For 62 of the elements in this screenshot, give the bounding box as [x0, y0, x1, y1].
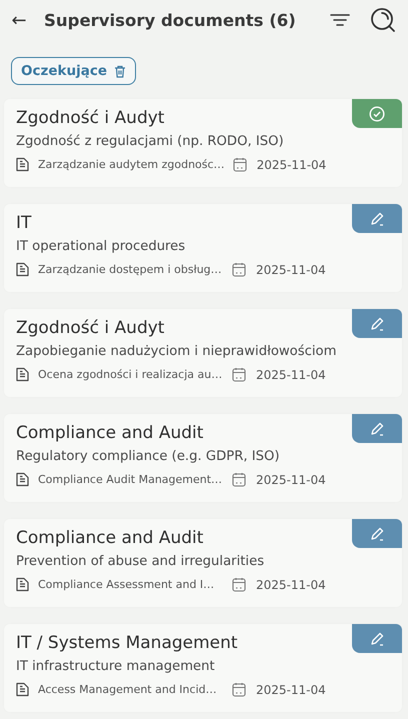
document-subtitle: IT operational procedures	[16, 239, 186, 254]
calendar-icon	[232, 682, 246, 697]
document-title: Compliance and Audit	[16, 423, 204, 443]
filter-icon	[330, 12, 350, 28]
document-title: IT	[16, 213, 32, 233]
document-subtitle: IT infrastructure management	[16, 659, 216, 674]
back-button[interactable]: ←	[8, 10, 30, 30]
pencil-icon	[369, 316, 385, 332]
page-title: Supervisory documents (6)	[44, 10, 297, 30]
calendar-icon	[232, 157, 247, 172]
document-card[interactable]: Compliance and Audit Regulatory compliance (e.g. GDPR, ISO) Compliance Audit Management… 2025-11-04	[4, 414, 402, 502]
check-circle-icon	[369, 106, 385, 122]
pencil-icon	[369, 526, 385, 542]
search-button[interactable]	[370, 7, 396, 33]
calendar-icon	[232, 262, 246, 277]
edit-button[interactable]	[352, 624, 402, 653]
document-card[interactable]: IT IT operational procedures Zarządzanie dostępem i obsług… 2025-11-04	[4, 204, 402, 292]
pencil-icon	[369, 420, 385, 436]
document-card[interactable]: Zgodność i Audyt Zapobieganie nadużyciom i nieprawidłowościom Ocena zgodności i realizacja au… 2025-11-04	[4, 309, 402, 397]
document-subtitle: Zgodność z regulacjami (np. RODO, ISO)	[16, 134, 285, 149]
document-subtitle: Prevention of abuse and irregularities	[16, 554, 266, 569]
procedure-name: Access Management and Incid…	[38, 683, 218, 696]
procedure-name: Compliance Assessment and I…	[38, 578, 216, 591]
procedure-name: Compliance Audit Management…	[38, 473, 224, 486]
document-card[interactable]: IT / Systems Management IT infrastructure management Access Management and Incid… 2025-11-04	[4, 624, 402, 712]
document-icon	[16, 472, 29, 487]
document-icon	[16, 367, 29, 382]
document-date: 2025-11-04	[256, 682, 326, 696]
document-icon	[16, 577, 29, 592]
pencil-icon	[369, 630, 385, 646]
procedure-name: Zarządzanie dostępem i obsług…	[38, 263, 223, 276]
procedure-name: Ocena zgodności i realizacja au…	[38, 368, 224, 381]
document-icon	[16, 682, 29, 697]
document-icon	[16, 157, 29, 172]
calendar-icon	[232, 472, 246, 487]
pencil-icon	[369, 210, 385, 226]
document-subtitle: Regulatory compliance (e.g. GDPR, ISO)	[16, 449, 281, 464]
document-date: 2025-11-04	[256, 262, 326, 276]
filter-button[interactable]	[330, 12, 350, 28]
calendar-icon	[232, 577, 246, 592]
document-date: 2025-11-04	[256, 472, 326, 486]
document-subtitle: Zapobieganie nadużyciom i nieprawidłowościom	[16, 344, 338, 359]
edit-button[interactable]	[352, 519, 402, 548]
document-date: 2025-11-04	[256, 368, 326, 382]
document-date: 2025-11-04	[256, 578, 326, 592]
edit-button[interactable]	[352, 204, 402, 233]
document-card[interactable]: Compliance and Audit Prevention of abuse and irregularities Compliance Assessment and I… 2025-11-04	[4, 519, 402, 607]
edit-button[interactable]	[352, 309, 402, 338]
trash-icon	[114, 64, 126, 78]
edit-button[interactable]	[352, 414, 402, 443]
document-title: Zgodność i Audyt	[16, 318, 164, 338]
calendar-icon	[232, 367, 246, 382]
document-card[interactable]: Zgodność i Audyt Zgodność z regulacjami (np. RODO, ISO) Zarządzanie audytem zgodnośc… 2025-11-04	[4, 99, 402, 187]
document-title: Zgodność i Audyt	[16, 108, 164, 128]
document-title: Compliance and Audit	[16, 528, 204, 548]
search-icon	[370, 7, 396, 33]
document-icon	[16, 262, 29, 277]
document-date: 2025-11-04	[256, 158, 326, 172]
procedure-name: Zarządzanie audytem zgodnośc…	[38, 158, 225, 171]
filter-chip[interactable]: Oczekujące	[11, 57, 136, 85]
approved-tag[interactable]	[352, 99, 402, 128]
document-title: IT / Systems Management	[16, 633, 238, 653]
